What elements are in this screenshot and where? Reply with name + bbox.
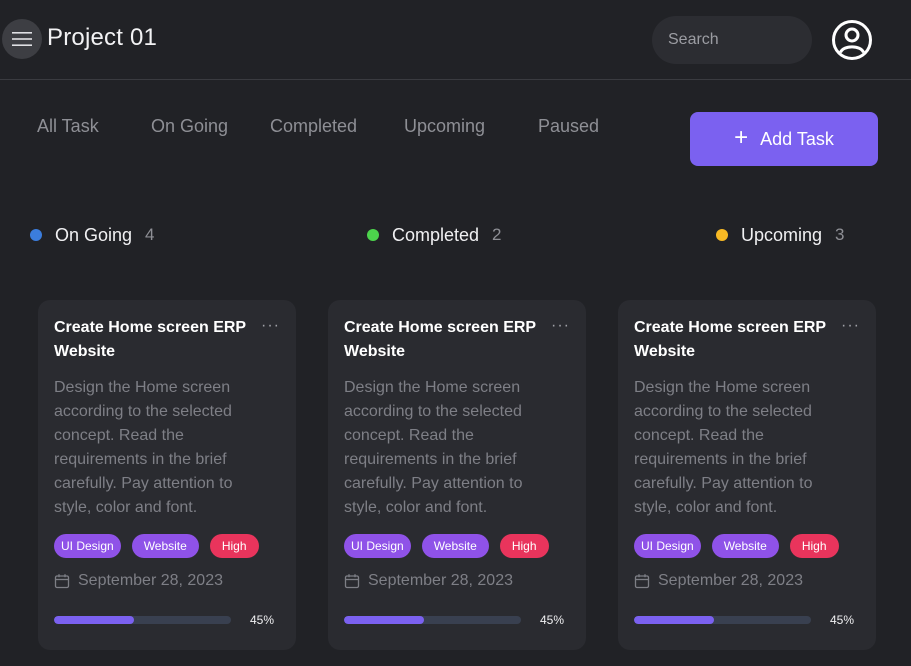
task-description: Design the Home screen according to the …	[344, 379, 523, 516]
tag-priority-high: High	[789, 534, 839, 558]
tag-list: UI Design Website High	[54, 534, 280, 558]
due-date-text: September 28, 2023	[658, 572, 803, 589]
due-date: September 28, 2023	[634, 572, 860, 590]
column-name: On Going	[55, 224, 133, 245]
tab-upcoming[interactable]: Upcoming	[404, 116, 485, 137]
status-dot	[367, 229, 379, 241]
tab-on-going[interactable]: On Going	[151, 116, 228, 137]
status-dot	[716, 229, 728, 241]
task-title: Create Home screen ERP Website	[344, 319, 536, 360]
tab-all-task[interactable]: All Task	[37, 116, 99, 137]
tag-list: UI Design Website High	[634, 534, 860, 558]
tag-website: Website	[421, 534, 489, 558]
calendar-icon	[54, 574, 70, 589]
user-circle-icon[interactable]	[831, 19, 873, 61]
progress: 45%	[54, 611, 278, 629]
add-task-label: Add Task	[760, 128, 834, 149]
progress-bar	[344, 616, 521, 624]
add-task-button[interactable]: + Add Task	[690, 112, 878, 166]
due-date-text: September 28, 2023	[368, 572, 513, 589]
tag-priority-high: High	[499, 534, 549, 558]
due-date: September 28, 2023	[344, 572, 570, 590]
due-date: September 28, 2023	[54, 572, 280, 590]
column-name: Upcoming	[741, 224, 823, 245]
progress-percent: 45%	[250, 613, 275, 627]
search-input[interactable]	[668, 31, 798, 49]
tag-list: UI Design Website High	[344, 534, 570, 558]
more-horizontal-icon[interactable]: ···	[551, 318, 570, 334]
task-card[interactable]: Create Home screen ERP Website ··· Desig…	[618, 300, 876, 650]
menu-button[interactable]	[2, 19, 42, 59]
column-count: 4	[145, 225, 155, 244]
tag-website: Website	[711, 534, 779, 558]
progress-fill	[344, 616, 424, 624]
progress-fill	[634, 616, 714, 624]
progress-bar	[54, 616, 231, 624]
status-dot	[30, 229, 42, 241]
column-header-on-going: On Going 4	[30, 224, 155, 246]
tab-paused[interactable]: Paused	[538, 116, 599, 137]
column-header-completed: Completed 2	[367, 224, 502, 246]
column-name: Completed	[392, 224, 480, 245]
task-card[interactable]: Create Home screen ERP Website ··· Desig…	[38, 300, 296, 650]
hamburger-icon	[12, 32, 32, 46]
progress: 45%	[344, 611, 568, 629]
task-title: Create Home screen ERP Website	[634, 319, 826, 360]
search-box[interactable]	[652, 16, 812, 64]
tag-ui-design: UI Design	[54, 534, 121, 558]
due-date-text: September 28, 2023	[78, 572, 223, 589]
progress-percent: 45%	[540, 613, 565, 627]
more-horizontal-icon[interactable]: ···	[261, 318, 280, 334]
task-card[interactable]: Create Home screen ERP Website ··· Desig…	[328, 300, 586, 650]
task-title: Create Home screen ERP Website	[54, 319, 246, 360]
column-header-upcoming: Upcoming 3	[716, 224, 845, 246]
page-title: Project 01	[47, 24, 158, 51]
tag-priority-high: High	[209, 534, 259, 558]
task-description: Design the Home screen according to the …	[634, 379, 813, 516]
column-count: 3	[835, 225, 845, 244]
column-count: 2	[492, 225, 502, 244]
progress-fill	[54, 616, 134, 624]
tag-website: Website	[131, 534, 199, 558]
tag-ui-design: UI Design	[344, 534, 411, 558]
more-horizontal-icon[interactable]: ···	[841, 318, 860, 334]
progress: 45%	[634, 611, 858, 629]
progress-bar	[634, 616, 811, 624]
top-header: Project 01	[0, 0, 911, 80]
tag-ui-design: UI Design	[634, 534, 701, 558]
tab-completed[interactable]: Completed	[270, 116, 357, 137]
calendar-icon	[344, 574, 360, 589]
plus-icon: +	[734, 123, 749, 151]
task-description: Design the Home screen according to the …	[54, 379, 233, 516]
progress-percent: 45%	[830, 613, 855, 627]
calendar-icon	[634, 574, 650, 589]
